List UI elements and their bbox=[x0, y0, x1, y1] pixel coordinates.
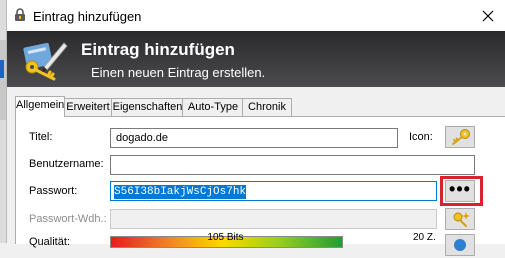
key-icon bbox=[452, 129, 470, 145]
password-field[interactable]: S56I38bIakjWsCjOs7hk bbox=[110, 181, 437, 201]
tab-eigenschaften[interactable]: Eigenschaften bbox=[111, 98, 184, 116]
close-icon[interactable] bbox=[477, 5, 499, 27]
username-label: Benutzername: bbox=[29, 158, 104, 170]
title-bar: Eintrag hinzufügen bbox=[7, 0, 505, 32]
password-generator-button[interactable] bbox=[445, 208, 475, 230]
tab-allgemein[interactable]: Allgemein bbox=[15, 96, 65, 117]
window-title: Eintrag hinzufügen bbox=[33, 9, 142, 24]
highlight-box bbox=[440, 176, 483, 206]
info-icon bbox=[454, 239, 466, 251]
quality-info-button[interactable] bbox=[445, 234, 475, 256]
background-window-edge bbox=[0, 0, 7, 243]
quality-label: Qualität: bbox=[29, 236, 70, 248]
password-selected-text: S56I38bIakjWsCjOs7hk bbox=[114, 185, 247, 199]
repeat-password-field[interactable] bbox=[110, 209, 437, 229]
banner-title: Eintrag hinzufügen bbox=[81, 40, 235, 59]
tab-auto-type[interactable]: Auto-Type bbox=[182, 98, 244, 116]
background-window-panel bbox=[0, 40, 6, 120]
tab-erweitert[interactable]: Erweitert bbox=[63, 98, 113, 116]
keepass-lock-icon bbox=[15, 8, 25, 21]
title-field[interactable]: dogado.de bbox=[110, 128, 398, 148]
icon-label: Icon: bbox=[409, 131, 433, 143]
quality-length-text: 20 Z. bbox=[413, 232, 436, 243]
key-generator-icon bbox=[453, 212, 470, 227]
tab-chronik[interactable]: Chronik bbox=[242, 98, 292, 116]
password-label: Passwort: bbox=[29, 185, 78, 197]
key-pen-icon bbox=[23, 42, 68, 81]
quality-bits-text: 105 Bits bbox=[207, 232, 244, 243]
icon-picker-button[interactable] bbox=[445, 126, 475, 148]
username-field[interactable] bbox=[110, 155, 475, 175]
repeat-password-label: Passwort-Wdh.: bbox=[29, 213, 107, 225]
background-window-selection bbox=[0, 60, 4, 78]
title-label: Titel: bbox=[29, 131, 53, 143]
banner-subtitle: Einen neuen Eintrag erstellen. bbox=[91, 65, 266, 80]
dialog-banner: Eintrag hinzufügen Einen neuen Eintrag e… bbox=[7, 31, 505, 87]
